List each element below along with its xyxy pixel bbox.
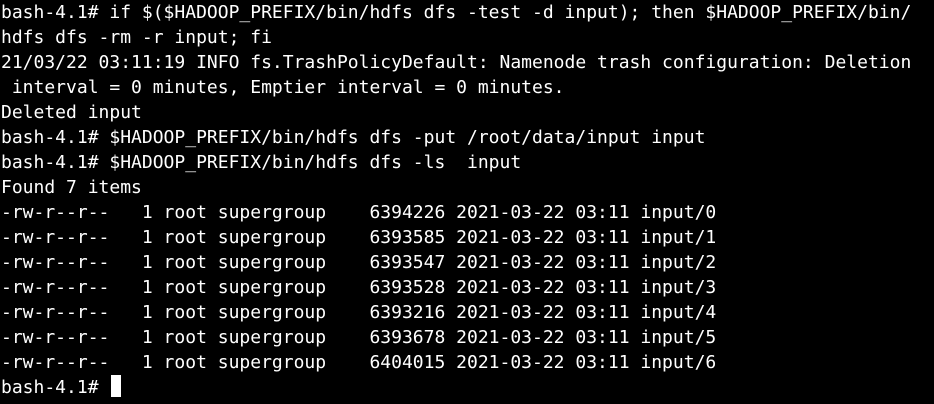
terminal-line: -rw-r--r-- 1 root supergroup 6394226 202… [1,202,717,223]
terminal-line: -rw-r--r-- 1 root supergroup 6393547 202… [1,252,717,273]
terminal-line: bash-4.1# if $($HADOOP_PREFIX/bin/hdfs d… [1,2,912,23]
terminal-window[interactable]: bash-4.1# if $($HADOOP_PREFIX/bin/hdfs d… [0,0,934,404]
terminal-line: bash-4.1# $HADOOP_PREFIX/bin/hdfs dfs -p… [1,127,706,148]
terminal-line: bash-4.1# $HADOOP_PREFIX/bin/hdfs dfs -l… [1,152,522,173]
terminal-line: 21/03/22 03:11:19 INFO fs.TrashPolicyDef… [1,52,912,73]
text-cursor [111,375,122,397]
terminal-line: -rw-r--r-- 1 root supergroup 6404015 202… [1,352,717,373]
terminal-line: hdfs dfs -rm -r input; fi [1,27,272,48]
terminal-line: Found 7 items [1,177,142,198]
terminal-line: interval = 0 minutes, Emptier interval =… [1,77,565,98]
terminal-line: -rw-r--r-- 1 root supergroup 6393216 202… [1,302,717,323]
shell-prompt: bash-4.1# [1,377,110,398]
terminal-line: -rw-r--r-- 1 root supergroup 6393678 202… [1,327,717,348]
terminal-line: -rw-r--r-- 1 root supergroup 6393585 202… [1,227,717,248]
terminal-prompt-line[interactable]: bash-4.1# [1,375,934,400]
terminal-line: -rw-r--r-- 1 root supergroup 6393528 202… [1,277,717,298]
terminal-line: Deleted input [1,102,142,123]
